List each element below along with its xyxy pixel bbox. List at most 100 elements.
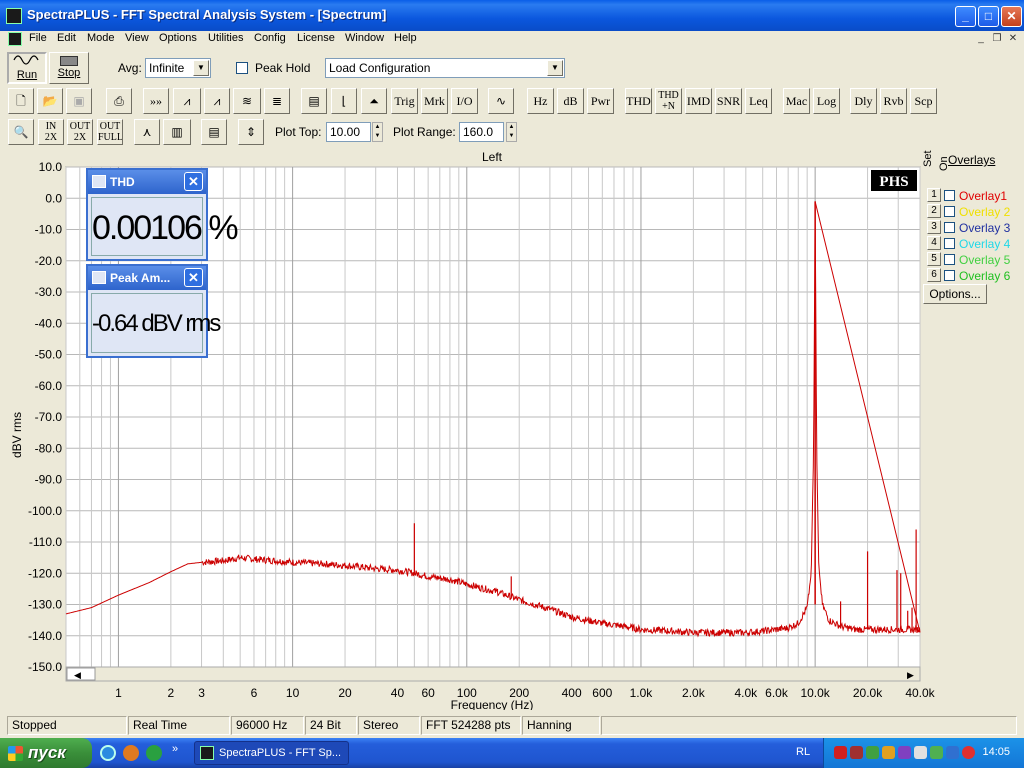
overlay-set-button-1[interactable]: 1 xyxy=(927,188,941,202)
dly-button[interactable]: Dly xyxy=(850,88,877,114)
db-button[interactable]: dB xyxy=(557,88,584,114)
overlay-set-button-3[interactable]: 3 xyxy=(927,220,941,234)
new-file-button[interactable]: 🗋 xyxy=(8,88,34,114)
zoom-in-button[interactable]: IN 2X xyxy=(38,119,64,145)
print-button[interactable]: ⎙ xyxy=(106,88,132,114)
plot-settings-button[interactable]: ▤ xyxy=(201,119,227,145)
impulse-button[interactable]: ⩘ xyxy=(173,88,201,114)
scrollbar-thumb[interactable] xyxy=(66,667,96,681)
close-icon[interactable]: ✕ xyxy=(184,268,203,287)
chevron-down-icon[interactable]: ▼ xyxy=(193,60,209,76)
tray-icon-8[interactable] xyxy=(946,746,959,759)
peak-marker-button[interactable]: ⋏ xyxy=(134,119,160,145)
zoom-full-button[interactable]: OUT FULL xyxy=(97,119,123,145)
mdi-minimize-button[interactable]: _ xyxy=(974,33,988,46)
open-file-button[interactable]: 📂 xyxy=(37,88,63,114)
scroll-right-icon[interactable]: ▶ xyxy=(907,670,914,680)
start-button[interactable]: пуск xyxy=(0,738,92,768)
zoom-button[interactable]: 🔍 xyxy=(8,119,34,145)
document-icon[interactable] xyxy=(8,32,22,46)
stop-button[interactable]: Stop xyxy=(49,52,89,84)
settings-button[interactable]: ▤ xyxy=(301,88,327,114)
desktop-icon[interactable] xyxy=(100,745,116,761)
plot-range-input[interactable]: 160.0 xyxy=(459,122,504,142)
measure-button[interactable]: ⏶ xyxy=(361,88,387,114)
plot-top-spinner[interactable]: ▲ ▼ xyxy=(372,122,383,142)
menu-help[interactable]: Help xyxy=(394,32,417,44)
run-button[interactable]: Run xyxy=(7,52,47,84)
scp-button[interactable]: Scp xyxy=(910,88,937,114)
overlay-set-button-6[interactable]: 6 xyxy=(927,268,941,282)
zoom-out-button[interactable]: OUT 2X xyxy=(67,119,93,145)
hz-button[interactable]: Hz xyxy=(527,88,554,114)
waterfall-button[interactable]: ≣ xyxy=(264,88,290,114)
firefox-icon[interactable] xyxy=(123,745,139,761)
menu-view[interactable]: View xyxy=(125,32,149,44)
leq-button[interactable]: Leq xyxy=(745,88,772,114)
chevron-down-icon[interactable]: ▼ xyxy=(547,60,563,76)
save-button[interactable]: ▣ xyxy=(66,88,92,114)
scroll-left-icon[interactable]: ◀ xyxy=(74,670,81,680)
overlay-on-checkbox-3[interactable] xyxy=(944,222,955,233)
peak-amplitude-meter-window[interactable]: Peak Am... ✕ -0.64 dBV rms xyxy=(86,264,221,358)
trig-button[interactable]: Trig xyxy=(391,88,418,114)
generator-button[interactable]: ∿ xyxy=(488,88,514,114)
overlay-set-button-4[interactable]: 4 xyxy=(927,236,941,250)
spectrogram-button[interactable]: ≋ xyxy=(233,88,261,114)
overlay-on-checkbox-5[interactable] xyxy=(944,254,955,265)
sawtooth-button[interactable]: ⩘ xyxy=(204,88,230,114)
menu-config[interactable]: Config xyxy=(254,32,286,44)
maximize-button[interactable]: □ xyxy=(978,6,999,27)
overlays-header[interactable]: Overlays xyxy=(948,153,995,167)
avg-select[interactable]: Infinite ▼ xyxy=(145,58,211,78)
menu-window[interactable]: Window xyxy=(345,32,384,44)
thd-meter-titlebar[interactable]: THD ✕ xyxy=(88,170,206,194)
menu-file[interactable]: File xyxy=(29,32,47,44)
peak-hold-checkbox[interactable] xyxy=(236,62,248,74)
tray-icon-3[interactable] xyxy=(866,746,879,759)
tray-icon-5[interactable] xyxy=(898,746,911,759)
load-configuration-select[interactable]: Load Configuration ▼ xyxy=(325,58,565,78)
app-icon[interactable] xyxy=(6,8,22,24)
close-button[interactable]: ✕ xyxy=(1001,6,1022,27)
volume-icon[interactable] xyxy=(914,746,927,759)
overlay-set-button-2[interactable]: 2 xyxy=(927,204,941,218)
menu-mode[interactable]: Mode xyxy=(87,32,115,44)
bars-button[interactable]: ▥ xyxy=(163,119,191,145)
mdi-close-button[interactable]: ✕ xyxy=(1006,33,1020,46)
snr-button[interactable]: SNR xyxy=(715,88,742,114)
tray-icon-2[interactable] xyxy=(850,746,863,759)
thd-n-button[interactable]: THD +N xyxy=(655,88,682,114)
overlay-on-checkbox-4[interactable] xyxy=(944,238,955,249)
taskbar-app-button[interactable]: SpectraPLUS - FFT Sp... xyxy=(194,741,349,765)
scope-button[interactable]: ⌊ xyxy=(331,88,357,114)
horizontal-scrollbar[interactable] xyxy=(65,666,921,682)
language-indicator[interactable]: RL xyxy=(796,746,810,758)
menu-utilities[interactable]: Utilities xyxy=(208,32,243,44)
mrk-button[interactable]: Mrk xyxy=(421,88,448,114)
pwr-button[interactable]: Pwr xyxy=(587,88,614,114)
overlay-set-button-5[interactable]: 5 xyxy=(927,252,941,266)
tray-icon-9[interactable] xyxy=(962,746,975,759)
plot-range-spinner[interactable]: ▲ ▼ xyxy=(506,122,517,142)
overlay-on-checkbox-2[interactable] xyxy=(944,206,955,217)
menu-options[interactable]: Options xyxy=(159,32,197,44)
log-button[interactable]: Log xyxy=(813,88,840,114)
fast-forward-button[interactable]: »» xyxy=(143,88,169,114)
chevron-right-icon[interactable]: » xyxy=(172,743,178,755)
peak-meter-titlebar[interactable]: Peak Am... ✕ xyxy=(88,266,206,290)
menu-license[interactable]: License xyxy=(297,32,335,44)
quicklaunch-app-icon[interactable] xyxy=(146,745,162,761)
io-button[interactable]: I/O xyxy=(451,88,478,114)
overlay-on-checkbox-1[interactable] xyxy=(944,190,955,201)
thd-button[interactable]: THD xyxy=(625,88,652,114)
rvb-button[interactable]: Rvb xyxy=(880,88,907,114)
menu-edit[interactable]: Edit xyxy=(57,32,76,44)
plot-top-input[interactable]: 10.00 xyxy=(326,122,371,142)
thd-meter-window[interactable]: THD ✕ 0.00106 % xyxy=(86,168,239,261)
vertical-scale-button[interactable]: ⇕ xyxy=(238,119,264,145)
minimize-button[interactable]: _ xyxy=(955,6,976,27)
tray-icon-1[interactable] xyxy=(834,746,847,759)
tray-icon-7[interactable] xyxy=(930,746,943,759)
imd-button[interactable]: IMD xyxy=(685,88,712,114)
